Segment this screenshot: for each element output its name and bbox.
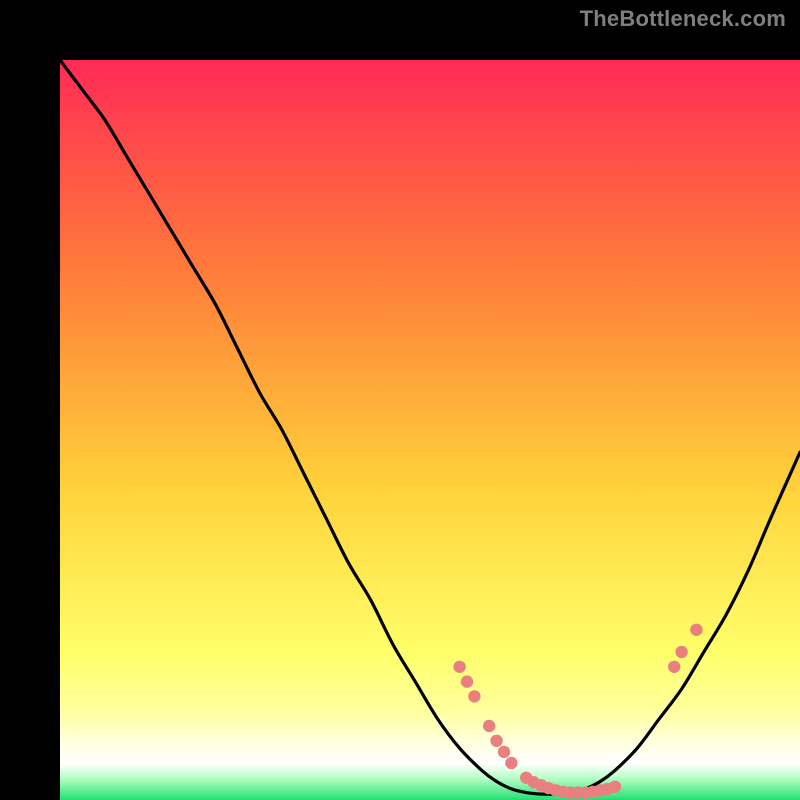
plot-frame <box>30 30 770 770</box>
data-point <box>675 646 687 658</box>
gradient-background <box>60 60 800 800</box>
data-point <box>609 780 621 792</box>
data-point <box>468 690 480 702</box>
data-point <box>505 757 517 769</box>
attribution-label: TheBottleneck.com <box>580 6 786 32</box>
data-point <box>498 746 510 758</box>
data-point <box>453 661 465 673</box>
data-point <box>690 624 702 636</box>
data-point <box>483 720 495 732</box>
bottleneck-plot-svg <box>60 60 800 800</box>
data-point <box>668 661 680 673</box>
data-point <box>490 735 502 747</box>
data-point <box>461 675 473 687</box>
